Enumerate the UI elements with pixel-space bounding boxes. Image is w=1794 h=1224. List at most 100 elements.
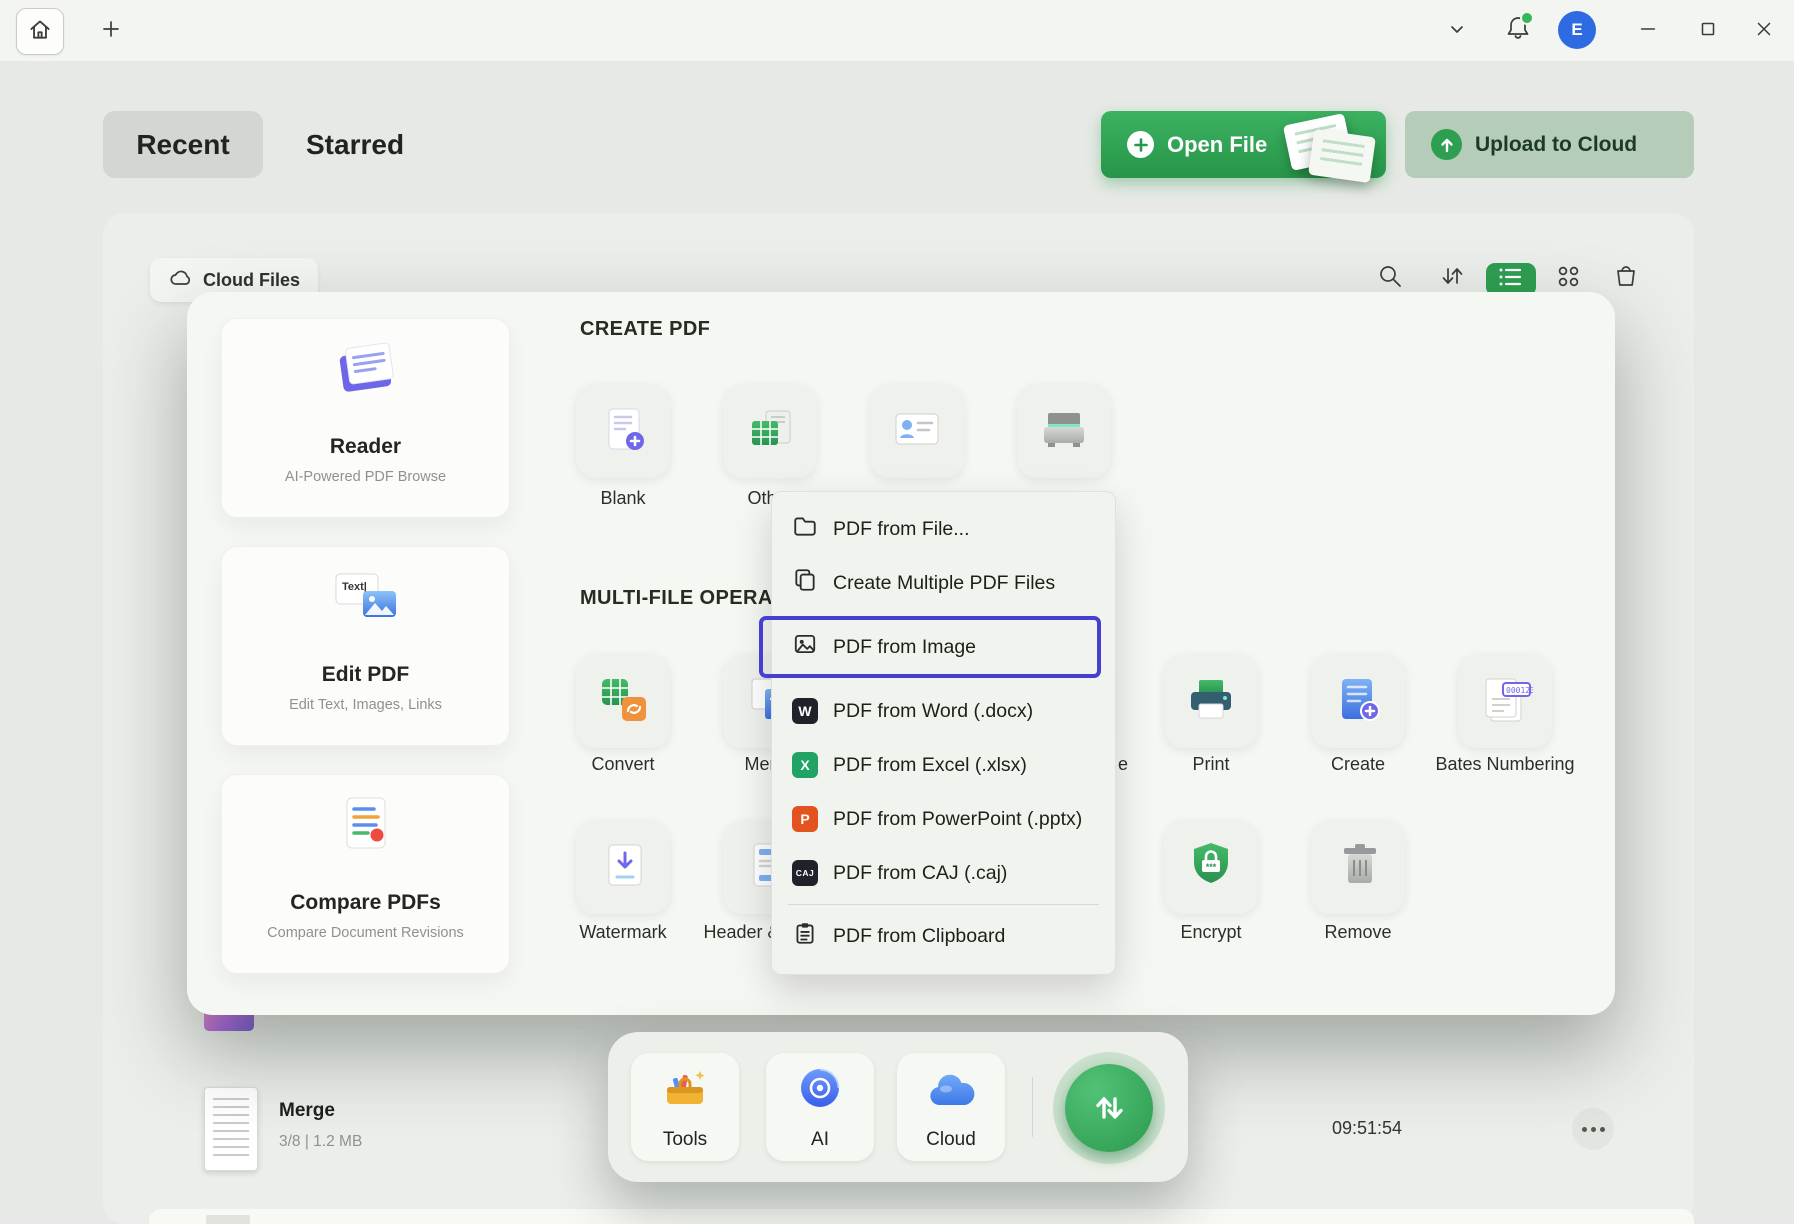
upload-arrow-icon <box>1431 129 1462 160</box>
edit-pdf-icon: Text| <box>222 565 509 627</box>
card-edit-pdf[interactable]: Text| Edit PDF Edit Text, Images, Links <box>221 546 510 746</box>
tab-starred[interactable]: Starred <box>306 111 404 178</box>
spreadsheet-icon <box>744 403 796 460</box>
watermark-icon <box>597 839 649 896</box>
tab-recent[interactable]: Recent <box>103 111 263 178</box>
card-compare-pdfs[interactable]: Compare PDFs Compare Document Revisions <box>221 774 510 974</box>
menu-item-pdf-from-file[interactable]: PDF from File... <box>772 502 1115 556</box>
card-title: Edit PDF <box>222 663 509 687</box>
app-window: E Recent Starred Open File <box>0 0 1794 1224</box>
reader-book-icon <box>222 337 509 399</box>
dock-item-label: Cloud <box>897 1129 1005 1151</box>
tile-other[interactable] <box>723 384 817 478</box>
menu-item-pdf-from-clipboard[interactable]: PDF from Clipboard <box>772 909 1115 963</box>
tab-list-button[interactable] <box>1443 17 1471 45</box>
tile-id-card[interactable] <box>870 384 964 478</box>
notification-badge-dot <box>1520 11 1534 25</box>
file-name: Merge <box>279 1100 335 1122</box>
minimize-icon <box>1637 18 1659 45</box>
tile-label: Blank <box>543 488 703 509</box>
sort-button[interactable] <box>1436 262 1468 294</box>
card-title: Compare PDFs <box>222 891 509 915</box>
grid-view-icon <box>1554 262 1582 295</box>
search-button[interactable] <box>1374 262 1406 294</box>
more-icon <box>1582 1127 1605 1132</box>
encrypt-shield-icon: *** <box>1183 839 1239 896</box>
partial-tile-label: e <box>1118 754 1128 775</box>
menu-item-pdf-from-powerpoint[interactable]: P PDF from PowerPoint (.pptx) <box>772 792 1115 846</box>
notifications-button[interactable] <box>1502 13 1534 47</box>
chevron-down-icon <box>1445 17 1469 46</box>
tile-bates-numbering[interactable]: 000123 <box>1458 654 1552 748</box>
bottom-dock: Tools AI Cloud <box>608 1032 1188 1182</box>
close-icon <box>1753 18 1775 45</box>
tile-encrypt[interactable]: *** <box>1164 820 1258 914</box>
card-subtitle: AI-Powered PDF Browse <box>222 469 509 485</box>
menu-item-pdf-from-image[interactable]: PDF from Image <box>772 620 1115 674</box>
plus-circle-icon <box>1127 131 1154 158</box>
convert-arrows-icon <box>1065 1064 1153 1152</box>
convert-icon <box>596 673 650 730</box>
image-icon <box>792 631 818 663</box>
menu-item-label: PDF from Image <box>833 636 976 659</box>
new-tab-button[interactable] <box>96 16 126 46</box>
tile-convert[interactable] <box>576 654 670 748</box>
sort-icon <box>1437 261 1467 296</box>
maximize-icon <box>1697 18 1719 45</box>
dock-tools-button[interactable]: Tools <box>631 1053 739 1161</box>
dock-item-label: Tools <box>631 1129 739 1151</box>
menu-item-pdf-from-excel[interactable]: X PDF from Excel (.xlsx) <box>772 738 1115 792</box>
folder-icon <box>792 513 818 545</box>
avatar-initial: E <box>1571 20 1582 40</box>
file-thumbnail <box>204 1087 258 1171</box>
print-icon <box>1183 673 1239 730</box>
tab-recent-label: Recent <box>136 129 229 161</box>
minimize-button[interactable] <box>1630 16 1666 46</box>
titlebar: E <box>0 0 1794 61</box>
clipboard-icon <box>792 920 818 952</box>
grid-view-toggle[interactable] <box>1552 262 1584 294</box>
compare-pdfs-icon <box>222 793 509 855</box>
search-icon <box>1375 261 1405 296</box>
tile-scanner[interactable] <box>1017 384 1111 478</box>
home-tab-button[interactable] <box>16 8 64 55</box>
upload-to-cloud-button[interactable]: Upload to Cloud <box>1405 111 1694 178</box>
store-button[interactable] <box>1610 262 1642 294</box>
quick-convert-button[interactable] <box>1053 1052 1165 1164</box>
file-thumbnail <box>206 1215 250 1224</box>
menu-item-label: Create Multiple PDF Files <box>833 572 1055 595</box>
tile-label: Print <box>1131 754 1291 775</box>
menu-item-pdf-from-caj[interactable]: CAJ PDF from CAJ (.caj) <box>772 846 1115 900</box>
open-file-button[interactable]: Open File <box>1101 111 1386 178</box>
blank-page-icon <box>597 403 649 460</box>
tile-remove[interactable] <box>1311 820 1405 914</box>
dock-ai-button[interactable]: AI <box>766 1053 874 1161</box>
next-file-row <box>149 1209 1694 1224</box>
menu-item-label: PDF from Word (.docx) <box>833 700 1033 723</box>
notifications-icon <box>1503 13 1533 48</box>
dock-cloud-button[interactable]: Cloud <box>897 1053 1005 1161</box>
file-meta: 3/8 | 1.2 MB <box>279 1133 362 1151</box>
row-more-button[interactable] <box>1572 1108 1614 1150</box>
tile-blank[interactable] <box>576 384 670 478</box>
tile-watermark[interactable] <box>576 820 670 914</box>
create-page-icon <box>1332 673 1384 730</box>
menu-item-pdf-from-word[interactable]: W PDF from Word (.docx) <box>772 684 1115 738</box>
card-reader[interactable]: Reader AI-Powered PDF Browse <box>221 318 510 518</box>
dock-item-label: AI <box>766 1129 874 1151</box>
tab-starred-label: Starred <box>306 129 404 161</box>
close-button[interactable] <box>1746 16 1782 46</box>
trash-icon <box>1332 839 1384 896</box>
tile-label: Bates Numbering <box>1425 754 1585 775</box>
tile-print[interactable] <box>1164 654 1258 748</box>
tile-label: Encrypt <box>1131 922 1291 943</box>
new-tab-icon <box>99 17 123 46</box>
menu-item-label: PDF from File... <box>833 518 970 541</box>
word-icon: W <box>792 698 818 724</box>
tile-create[interactable] <box>1311 654 1405 748</box>
user-avatar[interactable]: E <box>1558 11 1596 49</box>
menu-item-create-multiple[interactable]: Create Multiple PDF Files <box>772 556 1115 610</box>
maximize-button[interactable] <box>1690 16 1726 46</box>
create-pdf-heading: CREATE PDF <box>580 318 710 341</box>
menu-item-label: PDF from Excel (.xlsx) <box>833 754 1027 777</box>
